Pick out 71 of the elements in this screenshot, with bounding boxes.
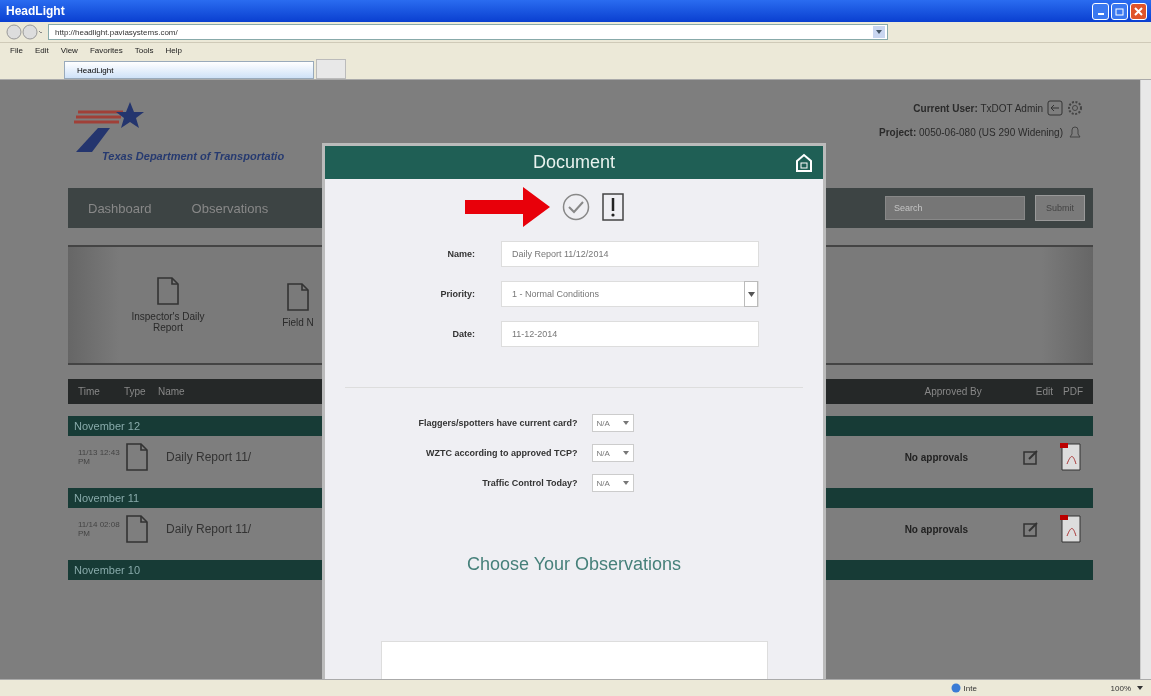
priority-dropdown[interactable]: 1 - Normal Conditions: [501, 281, 759, 307]
back-forward-icon[interactable]: [6, 24, 42, 40]
globe-icon: [950, 683, 961, 693]
caret-icon: [622, 451, 629, 455]
menu-item[interactable]: Tools: [134, 45, 154, 55]
field-label: Name:: [446, 249, 475, 259]
document-icon: [157, 277, 179, 305]
bell-icon[interactable]: [1067, 124, 1083, 140]
column-header: Approved By: [924, 386, 982, 397]
document-icon: [126, 515, 148, 543]
field-label: Date:: [451, 329, 475, 339]
gear-icon[interactable]: [1067, 100, 1083, 116]
current-user-text: Current User: TxDOT Admin: [913, 102, 1043, 114]
approval-cell: No approvals: [904, 451, 968, 463]
close-icon: [1134, 6, 1143, 16]
zoom-control[interactable]: 100%: [1110, 683, 1143, 693]
menu-item[interactable]: View: [60, 45, 78, 55]
menu-item[interactable]: Edit: [34, 45, 49, 55]
arrow-icon: [464, 187, 550, 227]
name-cell[interactable]: Daily Report 11/: [166, 450, 252, 464]
approval-cell: No approvals: [904, 523, 968, 535]
column-header: Type: [124, 386, 147, 397]
minimize-button[interactable]: [1092, 2, 1109, 20]
input-field[interactable]: 11-12-2014: [501, 321, 759, 347]
caret-icon: [622, 481, 629, 485]
answer-dropdown[interactable]: N/A: [591, 414, 634, 432]
answer-dropdown[interactable]: N/A: [591, 474, 634, 492]
pdf-icon[interactable]: [1059, 442, 1083, 472]
browser-tab[interactable]: HeadLight: [64, 61, 314, 79]
caret-icon: [622, 421, 629, 425]
search-field[interactable]: Search: [885, 196, 1025, 220]
project-text: Project: 0050-06-080 (US 290 Widening): [879, 126, 1063, 138]
nav-item[interactable]: Dashboard: [88, 200, 152, 216]
zone-text: Inte: [963, 683, 977, 693]
restore-button[interactable]: [1111, 2, 1128, 20]
document-icon: [287, 282, 309, 311]
dialog-title: Document: [532, 152, 615, 173]
caret-icon: [747, 291, 755, 297]
house-icon[interactable]: [795, 153, 813, 173]
question-label: WZTC according to approved TCP?: [426, 448, 578, 458]
answer-dropdown[interactable]: N/A: [591, 444, 634, 462]
column-header: PDF: [1063, 386, 1083, 397]
caret-icon: [1137, 686, 1143, 690]
caret-icon: [875, 29, 883, 35]
address-field[interactable]: http://headlight.paviasystems.com/: [48, 24, 888, 40]
document-icon: [126, 443, 148, 471]
nav-item[interactable]: Observations: [191, 200, 269, 216]
edit-icon[interactable]: [1023, 449, 1039, 465]
restore-icon: [1115, 6, 1124, 16]
report-type-label[interactable]: Field N: [282, 316, 314, 328]
check-circle-icon[interactable]: [561, 193, 590, 221]
edit-icon[interactable]: [1023, 521, 1039, 537]
input-field[interactable]: Daily Report 11/12/2014: [501, 241, 759, 267]
menu-item[interactable]: Favorites: [89, 45, 123, 55]
report-type-label[interactable]: Inspector's Daily Report: [123, 311, 213, 333]
menu-item[interactable]: Help: [165, 45, 182, 55]
window-title: HeadLight: [6, 4, 65, 18]
logo-text: Texas Department of Transportatio: [102, 150, 285, 162]
name-cell[interactable]: Daily Report 11/: [166, 522, 252, 536]
menu-item[interactable]: File: [10, 45, 23, 55]
scrollbar[interactable]: [1140, 80, 1151, 679]
question-label: Flaggers/spotters have current card?: [418, 418, 578, 428]
close-button[interactable]: [1130, 2, 1147, 20]
logout-icon[interactable]: [1047, 100, 1063, 116]
column-header: Edit: [1035, 386, 1053, 397]
exclamation-icon[interactable]: [601, 193, 624, 221]
column-header: Time: [78, 386, 101, 397]
field-label: Priority:: [439, 289, 475, 299]
column-header: Name: [158, 386, 185, 397]
pdf-icon[interactable]: [1059, 514, 1083, 544]
question-label: Traffic Control Today?: [482, 478, 578, 488]
